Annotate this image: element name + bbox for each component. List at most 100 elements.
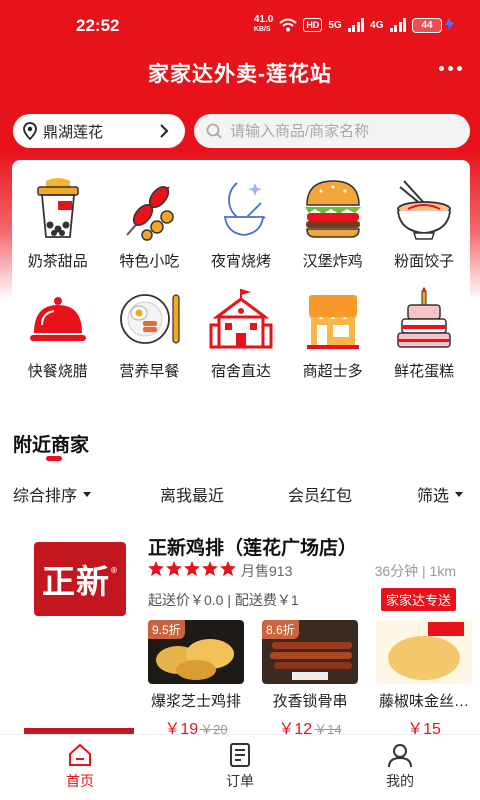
breakfast-plate-icon bbox=[117, 286, 181, 352]
filter-nearest[interactable]: 离我最近 bbox=[160, 482, 224, 506]
dish-name: 孜香锁骨串 bbox=[272, 693, 348, 710]
category-label: 鲜花蛋糕 bbox=[394, 363, 455, 380]
moon-bowl-icon bbox=[209, 176, 273, 242]
tab-label: 订单 bbox=[226, 773, 254, 789]
category-item[interactable]: 粉面饺子 bbox=[378, 176, 470, 286]
star-icon bbox=[202, 561, 218, 576]
category-label: 营养早餐 bbox=[119, 363, 180, 380]
star-icon bbox=[184, 561, 200, 576]
user-icon bbox=[388, 744, 412, 768]
network-speed-value: 41.0 bbox=[253, 14, 274, 25]
signal-bars-icon bbox=[347, 18, 365, 32]
status-bar: 22:52 41.0 KB/S HD 5G 4G 44 bbox=[0, 0, 480, 50]
star-icon bbox=[166, 561, 182, 576]
signal-bars-icon bbox=[389, 18, 406, 32]
chevron-right-icon bbox=[160, 124, 169, 138]
star-icon bbox=[220, 561, 236, 576]
status-icons: 41.0 KB/S HD 5G 4G 44 bbox=[254, 15, 442, 35]
filter-sort-default[interactable]: 综合排序 bbox=[13, 482, 92, 506]
category-item[interactable]: 夜宵烧烤 bbox=[195, 176, 287, 286]
category-label: 宿舍直达 bbox=[210, 363, 271, 380]
shop-icon bbox=[301, 286, 365, 352]
shop-logo-text: 正新 bbox=[42, 563, 111, 600]
category-item[interactable]: 鲜花蛋糕 bbox=[378, 286, 470, 396]
dish-item[interactable]: 9.5折 爆浆芝士鸡排 ￥19 ￥20 bbox=[148, 620, 244, 739]
location-label: 鼎湖莲花 bbox=[43, 123, 104, 141]
network-speed: 41.0 KB/S bbox=[254, 15, 273, 35]
category-item[interactable]: 汉堡炸鸡 bbox=[287, 176, 379, 286]
location-selector[interactable]: 鼎湖莲花 bbox=[13, 114, 185, 148]
category-label: 夜宵烧烤 bbox=[210, 253, 271, 270]
signal-5g-label: 5G bbox=[328, 19, 342, 31]
dish-name: 爆浆芝士鸡排 bbox=[150, 693, 241, 710]
bubble-tea-icon bbox=[26, 176, 90, 242]
filter-button[interactable]: 筛选 bbox=[417, 482, 464, 506]
school-building-icon bbox=[209, 286, 273, 352]
burger-icon bbox=[301, 176, 365, 242]
category-item[interactable]: 宿舍直达 bbox=[195, 286, 287, 396]
category-item[interactable]: 商超士多 bbox=[287, 286, 379, 396]
category-grid: 奶茶甜品 特色小吃 夜宵烧烤 汉堡炸鸡 粉面饺子 快餐烧腊 营养早餐 宿舍直达 … bbox=[12, 160, 470, 396]
dish-item[interactable]: 8.6折 孜香锁骨串 ￥12 ￥14 bbox=[262, 620, 358, 739]
delivery-badge: 家家达专送 bbox=[380, 588, 456, 611]
nearby-shops-title: 附近商家 bbox=[13, 435, 90, 456]
dish-item[interactable]: 藤椒味金丝… ￥15 bbox=[376, 620, 472, 739]
filter-member-coupon[interactable]: 会员红包 bbox=[288, 482, 352, 506]
tab-orders[interactable]: 订单 bbox=[160, 735, 320, 800]
rating-stars bbox=[148, 561, 236, 576]
battery-level: 44 bbox=[421, 19, 433, 31]
location-pin-icon bbox=[23, 122, 37, 140]
filter-label: 综合排序 bbox=[13, 488, 78, 505]
tab-profile[interactable]: 我的 bbox=[320, 735, 480, 800]
signal-4g-label: 4G bbox=[370, 19, 384, 31]
filter-label: 筛选 bbox=[417, 488, 450, 505]
bottom-tab-bar: 首页 订单 我的 bbox=[0, 734, 480, 800]
dish-name: 藤椒味金丝… bbox=[378, 693, 469, 710]
category-item[interactable]: 特色小吃 bbox=[104, 176, 196, 286]
wifi-icon bbox=[279, 18, 297, 32]
search-box[interactable] bbox=[194, 114, 470, 148]
registered-mark: ® bbox=[111, 565, 118, 575]
tab-home[interactable]: 首页 bbox=[0, 735, 160, 800]
birthday-cake-icon bbox=[392, 286, 456, 352]
caret-down-icon bbox=[83, 491, 92, 497]
order-list-icon bbox=[230, 743, 250, 767]
skewer-icon bbox=[117, 176, 181, 242]
section-indicator bbox=[46, 456, 62, 461]
more-dots-icon[interactable] bbox=[439, 66, 462, 71]
dish-image: 9.5折 bbox=[148, 620, 244, 684]
shop-card[interactable]: 正新 ® 正新鸡排（莲花广场店） 月售913 36分钟 | 1km 起送价￥0.0… bbox=[0, 520, 480, 738]
filter-label: 离我最近 bbox=[160, 488, 225, 505]
category-label: 商超士多 bbox=[302, 363, 363, 380]
search-input[interactable] bbox=[230, 122, 450, 140]
category-item[interactable]: 快餐烧腊 bbox=[12, 286, 104, 396]
star-icon bbox=[148, 561, 164, 576]
dish-image: 8.6折 bbox=[262, 620, 358, 684]
tab-label: 我的 bbox=[386, 773, 414, 789]
category-label: 汉堡炸鸡 bbox=[302, 253, 363, 270]
shop-logo: 正新 ® bbox=[34, 542, 126, 616]
category-label: 奶茶甜品 bbox=[27, 253, 88, 270]
sort-filter-bar: 综合排序 离我最近 会员红包 筛选 bbox=[0, 480, 480, 506]
food-cloche-icon bbox=[26, 286, 90, 352]
delivery-fee-info: 起送价￥0.0 | 配送费￥1 bbox=[148, 592, 299, 608]
charging-bolt-icon bbox=[445, 17, 454, 31]
hd-voice-badge: HD bbox=[303, 18, 323, 32]
battery-icon: 44 bbox=[412, 17, 442, 33]
search-icon bbox=[206, 123, 222, 139]
discount-tag: 9.5折 bbox=[148, 620, 185, 639]
discount-tag: 8.6折 bbox=[262, 620, 299, 639]
category-label: 快餐烧腊 bbox=[27, 363, 88, 380]
delivery-time-distance: 36分钟 | 1km bbox=[374, 563, 456, 579]
shop-name: 正新鸡排（莲花广场店） bbox=[148, 538, 358, 559]
page-title: 家家达外卖-莲花站 bbox=[148, 63, 332, 86]
category-label: 特色小吃 bbox=[119, 253, 180, 270]
category-item[interactable]: 营养早餐 bbox=[104, 286, 196, 396]
home-icon bbox=[69, 743, 91, 766]
noodle-bowl-icon bbox=[392, 176, 456, 242]
category-item[interactable]: 奶茶甜品 bbox=[12, 176, 104, 286]
category-label: 粉面饺子 bbox=[394, 253, 455, 270]
dish-list: 9.5折 爆浆芝士鸡排 ￥19 ￥20 8.6折 孜香锁骨串 ￥12 ￥14 藤… bbox=[148, 620, 472, 739]
filter-label: 会员红包 bbox=[288, 488, 353, 505]
monthly-sales: 月售913 bbox=[241, 563, 293, 579]
